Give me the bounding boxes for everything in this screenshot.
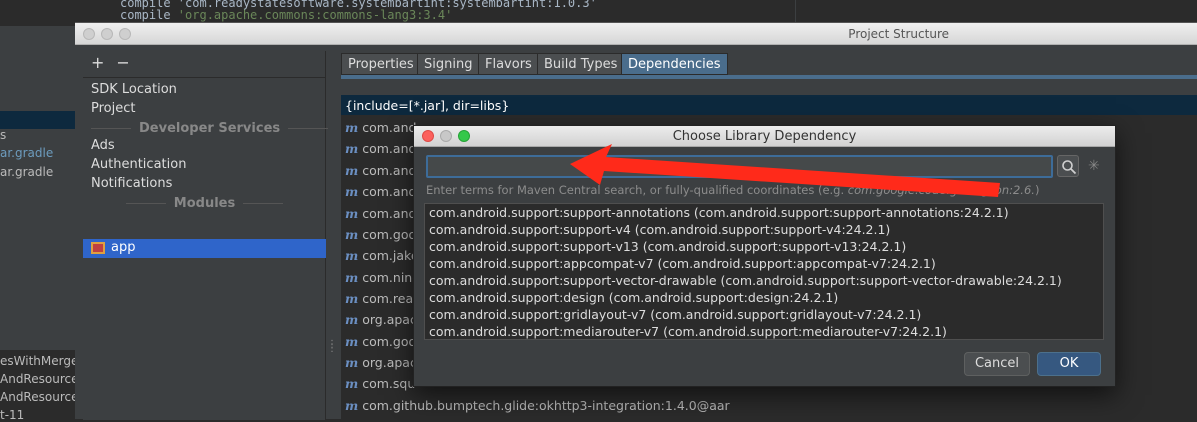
maven-m-icon: m [345,334,359,349]
cancel-button[interactable]: Cancel [964,352,1030,376]
section-header-modules: Modules [83,196,326,211]
tab-underline [341,75,1197,79]
search-results-list[interactable]: com.android.support:support-annotations … [424,203,1104,340]
sidebar-item-ads[interactable]: Ads [91,138,115,153]
maven-m-icon: m [345,270,359,285]
list-item[interactable]: com.android.support:support-annotations … [429,205,1009,220]
tab-flavors[interactable]: Flavors [478,53,539,75]
list-item[interactable]: m com.squ [345,376,415,391]
list-item[interactable]: m com.andr [345,141,422,156]
tab-signing[interactable]: Signing [417,53,480,75]
list-item-label: com.jake [362,248,419,263]
choose-library-dependency-dialog: Choose Library Dependency ✳ Enter terms … [413,125,1116,387]
list-item[interactable]: m com.read [345,291,421,306]
list-item[interactable]: m org.apac [345,312,417,327]
maven-m-icon: m [345,206,359,221]
list-item-label: com.github.bumptech.glide:okhttp3-integr… [362,398,730,413]
bg-task-item[interactable]: AndResource [0,390,78,404]
search-icon [1062,160,1077,175]
module-app-icon [91,242,105,254]
sidebar-item-label: app [111,240,136,255]
bg-task-item[interactable]: esWithMerge [0,354,78,368]
add-icon[interactable]: + [91,53,104,72]
maven-m-icon: m [345,312,359,327]
editor-line-2: compile 'org.apache.commons:commons-lang… [120,8,452,22]
list-item[interactable]: m com.andr [345,206,422,221]
list-item-label: com.goo [362,334,417,349]
editor-string: 'org.apache.commons:commons-lang3:3.4' [177,8,453,22]
maven-m-icon: m [345,376,359,391]
list-item[interactable]: m com.andr [345,163,422,178]
list-item-label: org.apac [362,312,417,327]
dependencies-table-header [341,81,1197,95]
list-item-label: com.goo [362,227,417,242]
tab-build-types[interactable]: Build Types [537,53,625,75]
list-item[interactable]: m com.goo [345,334,416,349]
spinner-icon: ✳ [1088,158,1100,174]
tab-properties[interactable]: Properties [341,53,421,75]
search-hint: Enter terms for Maven Central search, or… [426,183,1039,197]
maven-m-icon: m [345,227,359,242]
maven-m-icon: m [345,355,359,370]
list-item[interactable]: m com.github.bumptech.glide:okhttp3-integ… [345,398,730,413]
list-item[interactable]: {include=[*.jar], dir=libs} [345,98,509,113]
maven-m-icon: m [345,291,359,306]
hint-example: com.google.code.gson:gson:2.6. [847,183,1035,197]
bg-task-item[interactable]: AndResource [0,372,78,386]
project-structure-titlebar: Project Structure [75,23,1197,45]
editor-keyword: compile [120,8,178,22]
maven-m-icon: m [345,184,359,199]
maven-m-icon: m [345,398,359,413]
background-selection [0,111,75,129]
library-search-input[interactable] [426,155,1053,178]
list-item[interactable]: m com.andr [345,184,422,199]
sidebar-item-sdk-location[interactable]: SDK Location [91,82,177,97]
list-item[interactable]: com.android.support:appcompat-v7 (com.an… [429,256,936,271]
bg-task-item[interactable]: t-11 [0,408,24,422]
list-item[interactable]: m com.goo [345,227,416,242]
bg-item[interactable]: s [0,128,6,142]
dialog-title: Choose Library Dependency [672,129,857,144]
list-item[interactable]: com.android.support:design (com.android.… [429,290,838,305]
list-item[interactable]: com.android.support:support-v13 (com.and… [429,239,906,254]
list-item[interactable]: com.android.support:gridlayout-v7 (com.a… [429,307,921,322]
sidebar-item-notifications[interactable]: Notifications [91,176,172,191]
window-title: Project Structure [848,27,949,41]
tab-dependencies[interactable]: Dependencies [621,53,728,75]
dialog-titlebar: Choose Library Dependency [414,126,1115,147]
list-item-label: com.nine [362,270,420,285]
list-item[interactable]: com.android.support:support-vector-drawa… [429,273,1062,288]
sidebar-toolbar: + − [91,53,142,72]
list-item[interactable]: m com.andr [345,120,422,135]
splitter-handle[interactable]: ⋮ ⋮ [327,340,337,354]
list-item[interactable]: m com.jake [345,248,419,263]
maven-m-icon: m [345,141,359,156]
list-item[interactable]: com.android.support:mediarouter-v7 (com.… [429,324,947,339]
list-item-label: org.apac [362,355,417,370]
list-item[interactable]: com.android.support:support-v4 (com.andr… [429,222,890,237]
maven-m-icon: m [345,163,359,178]
remove-icon[interactable]: − [116,53,129,72]
search-button[interactable] [1057,155,1079,177]
maven-m-icon: m [345,248,359,263]
sidebar-item-authentication[interactable]: Authentication [91,157,186,172]
list-item[interactable]: m com.nine [345,270,420,285]
bg-item[interactable]: ar.gradle [0,165,53,179]
list-item-label: com.squ [362,376,416,391]
ok-button[interactable]: OK [1037,352,1101,376]
divider [83,77,326,78]
sidebar-item-app[interactable]: app [83,239,326,258]
list-item[interactable]: m org.apac [345,355,417,370]
project-structure-sidebar: + − SDK Location Project Developer Servic… [83,51,326,420]
bg-item[interactable]: ar.gradle [0,146,53,160]
background-task-panel: esWithMerge AndResource AndResource t-11 [0,350,78,422]
sidebar-item-project[interactable]: Project [91,101,135,116]
hint-text: Enter terms for Maven Central search, or… [426,183,848,197]
section-header-developer-services: Developer Services [83,121,326,136]
maven-m-icon: m [345,120,359,135]
hint-suffix: ) [1034,183,1040,197]
